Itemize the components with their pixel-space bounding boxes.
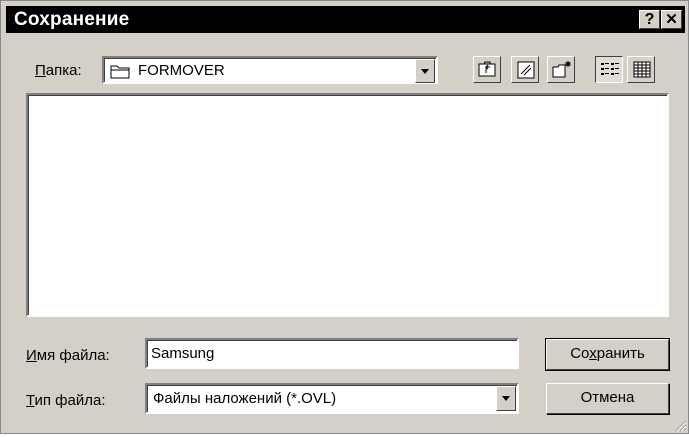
file-name-value: Samsung	[151, 345, 215, 362]
file-list[interactable]	[26, 93, 669, 317]
up-one-level-button[interactable]	[473, 56, 501, 83]
file-type-dropdown-button[interactable]	[496, 386, 516, 411]
cancel-button[interactable]: Отмена	[546, 383, 669, 414]
new-folder-icon	[551, 60, 573, 85]
folder-label-hotkey: П	[35, 62, 46, 79]
file-type-select[interactable]: Файлы наложений (*.OVL)	[145, 383, 519, 414]
help-button[interactable]: ?	[639, 10, 660, 29]
save-dialog: Сохранение ? ✕ Папка: FORMOVER Имя файла…	[0, 0, 689, 434]
new-folder-button[interactable]	[547, 56, 575, 83]
desktop-button[interactable]	[511, 56, 539, 83]
file-name-label-hotkey: И	[26, 347, 37, 364]
save-label-rest: ранить	[596, 345, 645, 362]
save-button[interactable]: Сохранить	[545, 338, 670, 371]
file-type-label: Тип файла:	[26, 392, 106, 409]
file-type-label-hotkey: Т	[26, 392, 35, 409]
file-type-value: Файлы наложений (*.OVL)	[153, 390, 337, 407]
details-view-icon	[633, 61, 651, 83]
desktop-icon	[516, 60, 536, 85]
save-label-prefix: Со	[570, 345, 590, 362]
dialog-title: Сохранение	[14, 9, 130, 30]
folder-dropdown-button[interactable]	[415, 59, 435, 83]
up-folder-icon	[478, 61, 496, 82]
list-view-button[interactable]	[595, 56, 623, 83]
file-type-label-rest: ип файла:	[34, 392, 106, 409]
file-name-label-rest: мя файла:	[36, 347, 110, 364]
folder-icon	[110, 63, 132, 84]
folder-value: FORMOVER	[138, 62, 225, 79]
file-name-label: Имя файла:	[26, 347, 110, 364]
save-label-hotkey: х	[589, 345, 597, 362]
resize-grip-icon[interactable]	[673, 418, 687, 437]
details-view-button[interactable]	[627, 56, 655, 83]
folder-label: Папка:	[35, 62, 82, 79]
file-name-input[interactable]: Samsung	[145, 338, 519, 369]
folder-label-rest: апка:	[45, 62, 82, 79]
title-bar[interactable]: Сохранение ? ✕	[6, 6, 685, 33]
close-button[interactable]: ✕	[661, 10, 682, 29]
folder-combobox[interactable]: FORMOVER	[102, 56, 438, 84]
list-view-icon	[601, 62, 619, 83]
